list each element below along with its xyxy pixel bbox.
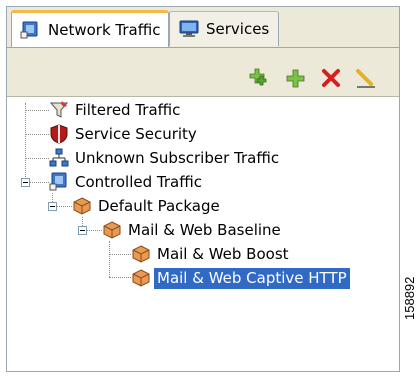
delete-button[interactable] [321, 68, 341, 88]
add-multiple-button[interactable] [249, 68, 269, 88]
tree-item-controlled-traffic[interactable]: Controlled Traffic [49, 171, 205, 193]
package-icon [132, 245, 150, 263]
tree-item-label: Filtered Traffic [75, 100, 181, 119]
tab-services[interactable]: Services [169, 11, 279, 46]
tab-bar: Network Traffic Services [7, 7, 399, 48]
filter-icon [49, 101, 69, 118]
tree-item-mail-web-baseline[interactable]: Mail & Web Baseline [102, 219, 284, 241]
network-traffic-icon [20, 21, 38, 39]
expander-default-package[interactable] [48, 202, 57, 211]
tree-item-label: Unknown Subscriber Traffic [75, 148, 280, 167]
package-icon [103, 221, 121, 239]
tree-item-label: Default Package [98, 196, 220, 215]
tree-item-label: Mail & Web Boost [157, 244, 289, 263]
tree-item-mail-web-boost[interactable]: Mail & Web Boost [131, 243, 292, 265]
tree-item-label: Mail & Web Baseline [128, 220, 281, 239]
tab-network-traffic-label: Network Traffic [48, 21, 161, 39]
shield-icon [50, 124, 68, 144]
expander-controlled-traffic[interactable] [21, 178, 30, 187]
tab-services-label: Services [206, 20, 270, 38]
tree-item-unknown-subscriber-traffic[interactable]: Unknown Subscriber Traffic [49, 147, 282, 169]
traffic-tree: Filtered Traffic Service Security Unknow… [7, 97, 399, 371]
package-icon [132, 269, 150, 287]
monitor-icon [179, 20, 199, 37]
tree-item-filtered-traffic[interactable]: Filtered Traffic [49, 99, 183, 121]
tab-network-traffic[interactable]: Network Traffic [11, 10, 169, 47]
network-traffic-icon [49, 172, 67, 191]
edit-pencil-icon [356, 69, 375, 88]
tree-item-mail-web-captive-http[interactable]: Mail & Web Captive HTTP [131, 267, 350, 289]
subscriber-network-icon [49, 148, 69, 167]
tree-item-default-package[interactable]: Default Package [72, 195, 223, 217]
add-icon [286, 69, 305, 88]
tree-item-label: Controlled Traffic [75, 172, 202, 191]
tree-item-label: Service Security [75, 124, 197, 143]
network-traffic-panel: Network Traffic Services Filtered Traffi… [6, 6, 400, 372]
delete-icon [322, 69, 340, 87]
expander-mail-web-baseline[interactable] [78, 226, 87, 235]
figure-number: 158892 [402, 276, 417, 320]
edit-button[interactable] [355, 68, 375, 88]
add-button[interactable] [286, 68, 306, 88]
add-multiple-icon [249, 68, 267, 86]
tree-item-service-security[interactable]: Service Security [49, 123, 200, 145]
package-icon [73, 197, 91, 215]
toolbar [7, 48, 399, 97]
tree-item-label: Mail & Web Captive HTTP [154, 267, 350, 289]
